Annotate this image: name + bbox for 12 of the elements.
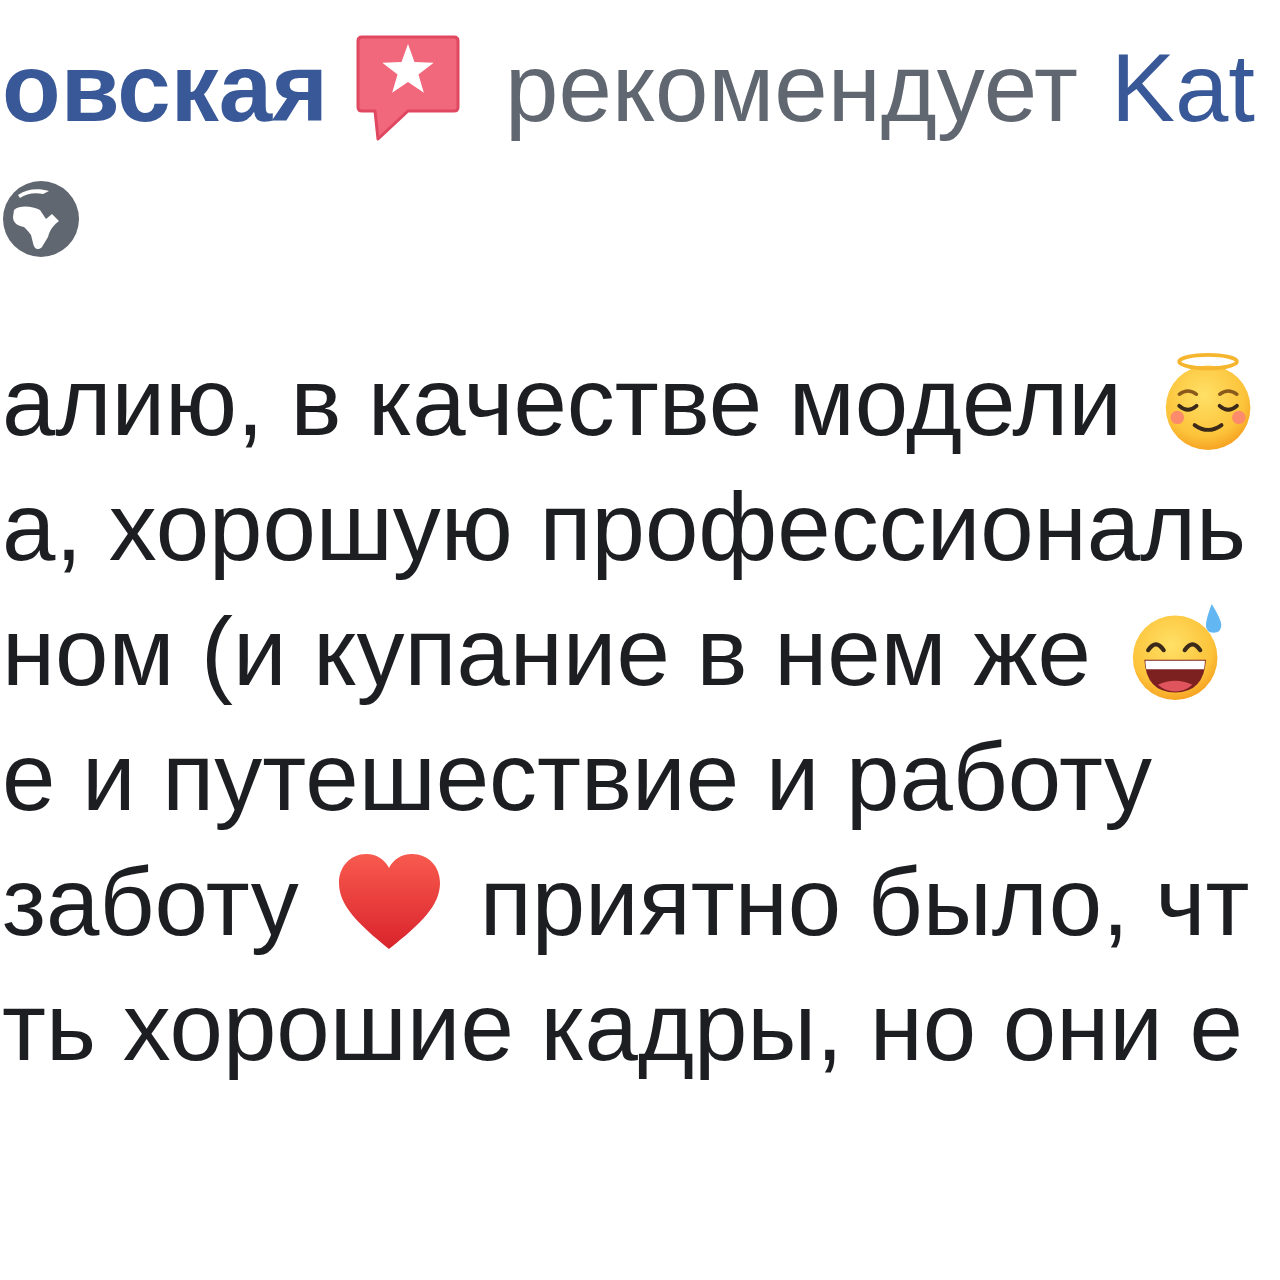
post-text: алию, в качестве модели <box>2 347 1122 457</box>
heart-icon <box>336 851 442 952</box>
post-text: заботу <box>2 847 299 957</box>
author-name-link[interactable]: овская <box>2 25 329 150</box>
action-text: рекомендует <box>505 33 1078 143</box>
star-speech-bubble-icon <box>356 34 461 141</box>
post-text: е и путешествие и работу <box>2 722 1153 832</box>
post-text: ном (и купание в нем же <box>2 597 1091 707</box>
post-text: а, хорошую профессиональ <box>2 472 1247 582</box>
post-text: приятно было, чт <box>479 847 1250 957</box>
post-text: ть хорошие кадры, но они е <box>2 972 1243 1082</box>
page-name-link[interactable]: Kat <box>1110 25 1255 150</box>
